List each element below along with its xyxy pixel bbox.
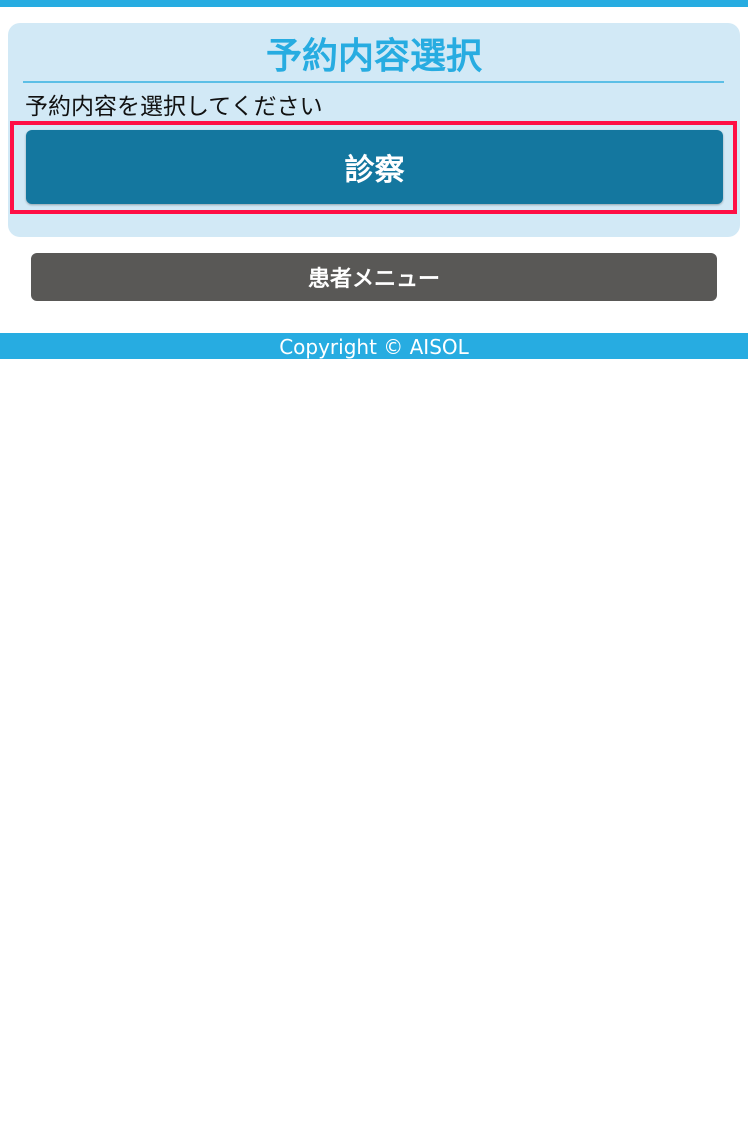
instruction-text: 予約内容を選択してください	[25, 94, 323, 120]
reservation-type-panel: 予約内容選択 予約内容を選択してください 診察	[8, 23, 740, 237]
top-accent-bar	[0, 0, 748, 7]
title-divider	[23, 81, 724, 83]
copyright-footer: Copyright © AISOL	[0, 333, 748, 359]
page-title: 予約内容選択	[265, 36, 482, 77]
consultation-button[interactable]: 診察	[26, 130, 723, 204]
patient-menu-button[interactable]: 患者メニュー	[31, 253, 717, 301]
